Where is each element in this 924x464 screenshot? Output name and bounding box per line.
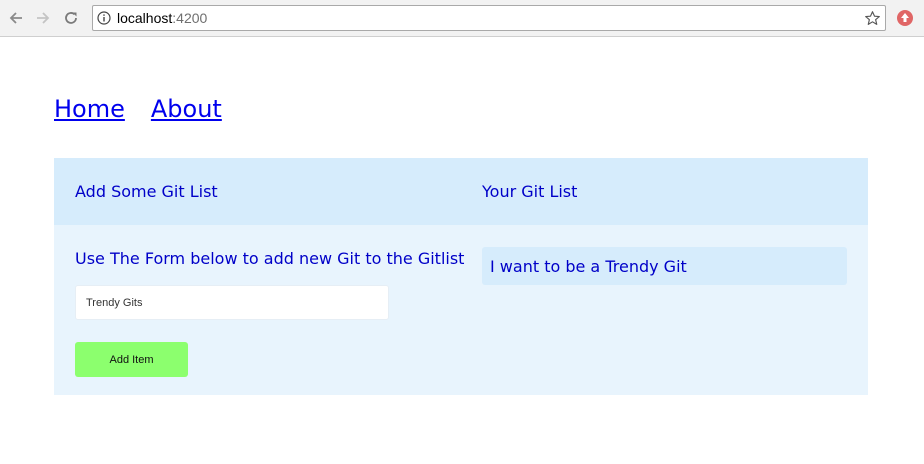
panel-header: Add Some Git List Your Git List: [54, 158, 868, 225]
browser-toolbar: localhost:4200: [0, 0, 924, 37]
add-item-button[interactable]: Add Item: [75, 342, 188, 377]
back-button[interactable]: [5, 7, 27, 29]
reload-icon: [65, 12, 77, 24]
git-list-item[interactable]: I want to be a Trendy Git: [482, 247, 847, 285]
add-list-heading: Add Some Git List: [75, 182, 218, 201]
nav-link-about[interactable]: About: [151, 95, 222, 123]
main-nav: Home About: [54, 95, 248, 127]
url-port: :4200: [172, 10, 208, 26]
git-list-item-label: I want to be a Trendy Git: [490, 257, 687, 276]
star-icon[interactable]: [864, 10, 881, 27]
form-instructions: Use The Form below to add new Git to the…: [75, 249, 465, 268]
address-bar[interactable]: localhost:4200: [92, 5, 886, 31]
url-text[interactable]: localhost:4200: [117, 10, 207, 27]
back-arrow-icon: [9, 12, 22, 24]
git-item-input[interactable]: [75, 285, 389, 320]
nav-link-home[interactable]: Home: [54, 95, 125, 123]
reload-button[interactable]: [60, 7, 82, 29]
your-list-heading: Your Git List: [482, 182, 578, 201]
url-host: localhost: [117, 10, 173, 26]
gitlist-panel: Add Some Git List Your Git List Use The …: [54, 158, 868, 395]
forward-button[interactable]: [32, 7, 54, 29]
extension-icon[interactable]: [896, 9, 914, 27]
forward-arrow-icon: [37, 12, 50, 24]
info-icon[interactable]: [97, 11, 111, 25]
